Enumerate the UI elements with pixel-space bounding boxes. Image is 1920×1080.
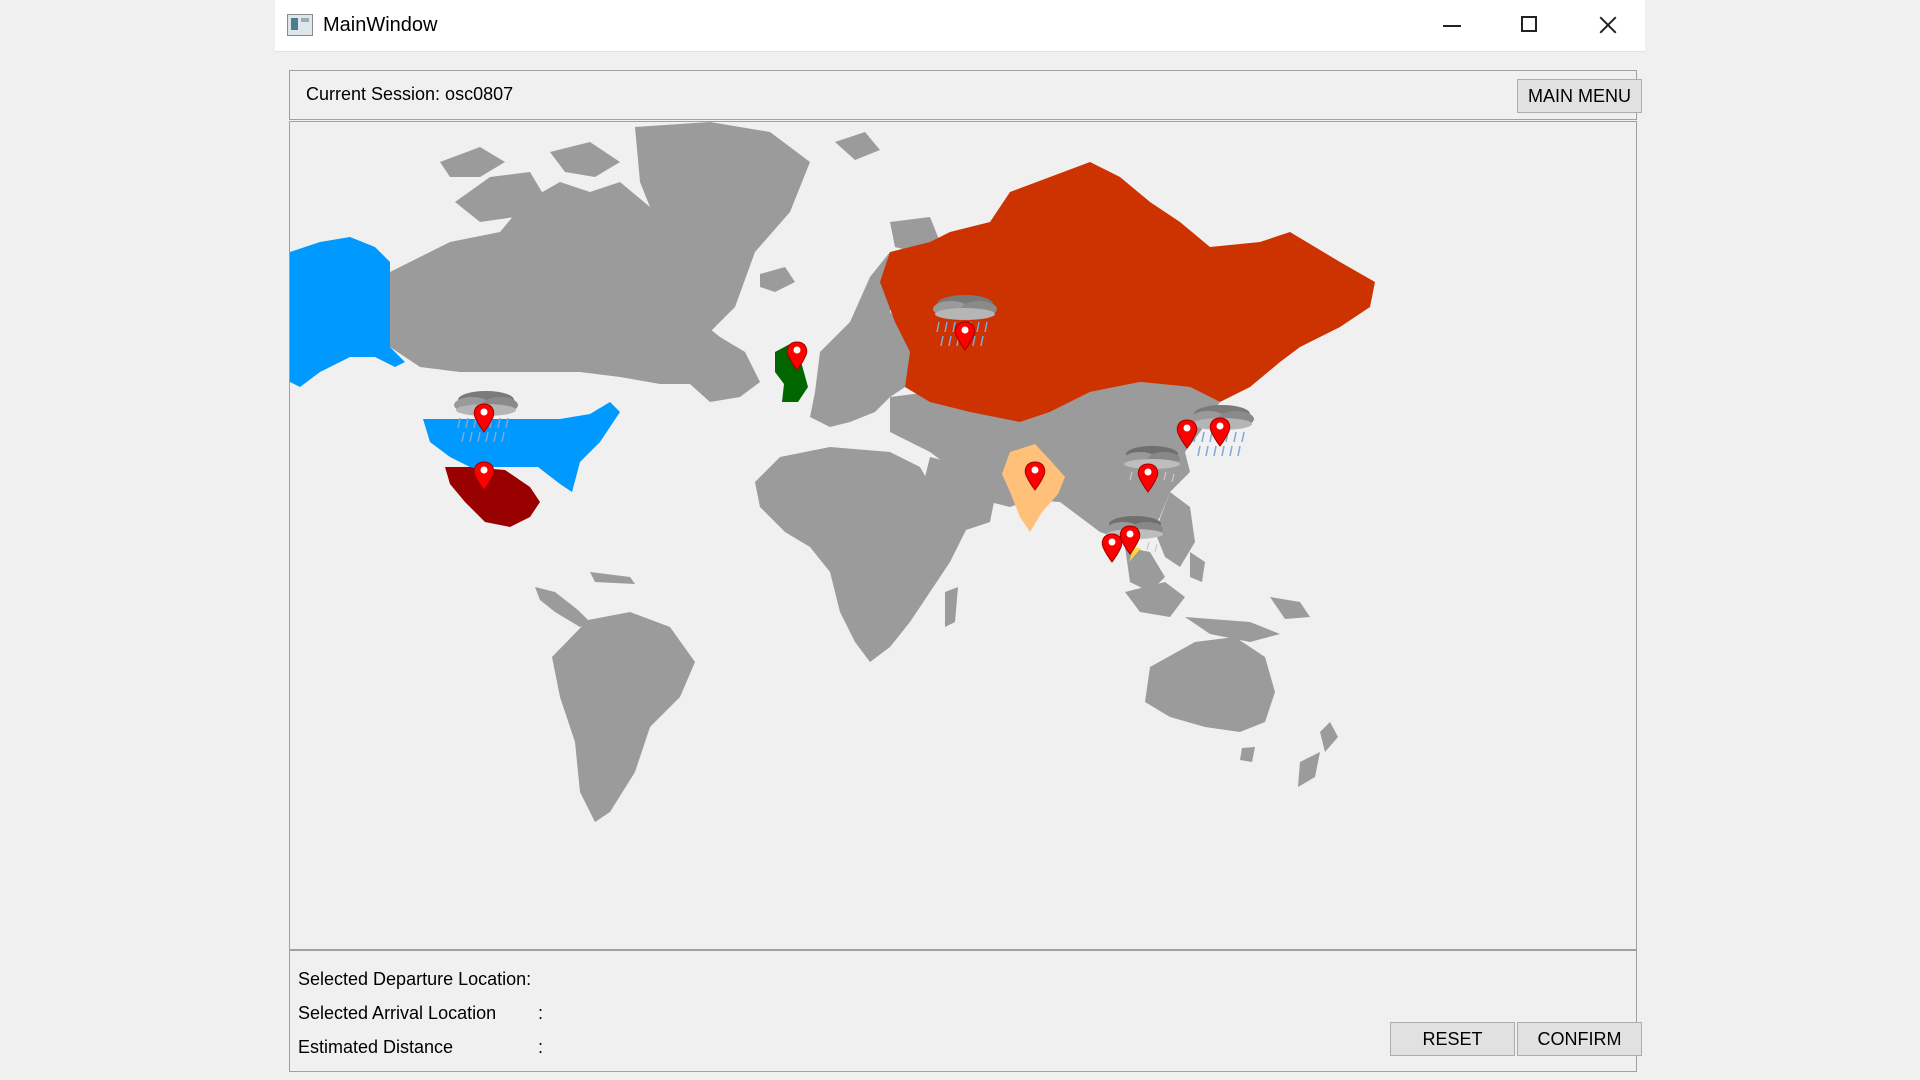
distance-row: Estimated Distance : bbox=[298, 1037, 543, 1058]
arrival-label: Selected Arrival Location bbox=[298, 1003, 497, 1023]
main-window: MainWindow Current Session: osc0807 MAIN… bbox=[275, 0, 1645, 1080]
title-bar[interactable]: MainWindow bbox=[275, 0, 1645, 52]
departure-label: Selected Departure Location: bbox=[298, 969, 532, 989]
main-menu-button[interactable]: MAIN MENU bbox=[1517, 79, 1642, 113]
arrival-colon: : bbox=[538, 1003, 544, 1023]
selection-panel: Selected Departure Location: Selected Ar… bbox=[289, 950, 1642, 1072]
pin-sea-icon-1[interactable] bbox=[1101, 533, 1123, 563]
close-icon[interactable] bbox=[1567, 0, 1645, 50]
window-title: MainWindow bbox=[323, 14, 438, 36]
confirm-button[interactable]: CONFIRM bbox=[1517, 1022, 1642, 1056]
minimize-icon[interactable] bbox=[1411, 0, 1489, 50]
distance-colon: : bbox=[538, 1037, 544, 1057]
app-window-icon bbox=[287, 14, 313, 36]
distance-label: Estimated Distance bbox=[298, 1037, 454, 1057]
country-russia[interactable] bbox=[880, 162, 1375, 422]
world-map[interactable] bbox=[289, 121, 1637, 950]
arrival-row: Selected Arrival Location : bbox=[298, 1003, 543, 1024]
landmasses bbox=[390, 122, 1338, 822]
maximize-icon[interactable] bbox=[1489, 0, 1567, 50]
country-alaska[interactable] bbox=[290, 237, 405, 387]
departure-row: Selected Departure Location: bbox=[298, 969, 531, 990]
session-bar: Current Session: osc0807 MAIN MENU bbox=[289, 70, 1642, 120]
reset-button[interactable]: RESET bbox=[1390, 1022, 1515, 1056]
current-session-label: Current Session: osc0807 bbox=[306, 84, 514, 104]
